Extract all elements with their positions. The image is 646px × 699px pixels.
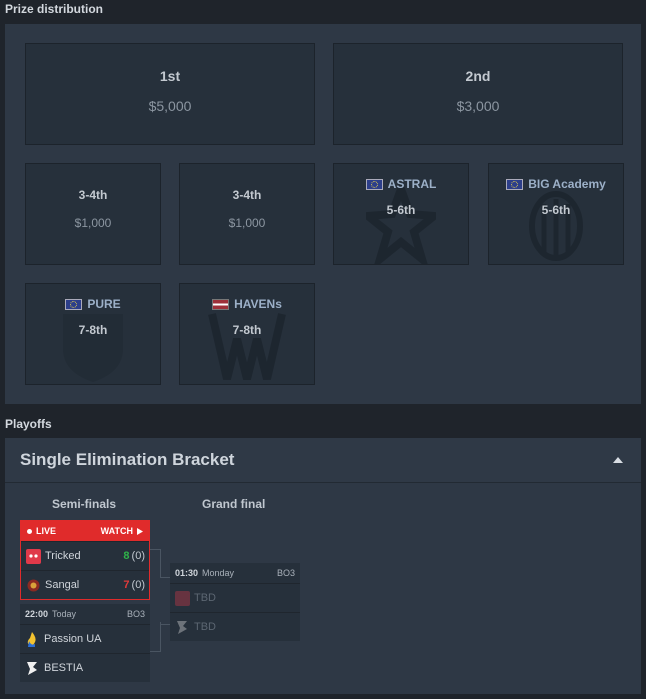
team-name: BESTIA: [44, 662, 84, 674]
prize-place: 3-4th: [232, 188, 262, 202]
sangal-logo-icon: [25, 577, 41, 593]
match-format: BO3: [126, 609, 145, 619]
match-time: 01:30: [175, 568, 199, 578]
prize-place: 2nd: [465, 68, 491, 84]
prize-place: 3-4th: [78, 188, 108, 202]
team-row[interactable]: TBD: [170, 583, 300, 612]
latvia-flag-icon: [212, 298, 230, 310]
prize-amount: $3,000: [456, 98, 500, 114]
bracket-connector: [150, 622, 161, 652]
prize-panel: 1st $5,000 2nd $3,000 3-4th $1,000 3-4th…: [5, 24, 641, 404]
prize-distribution-title: Prize distribution: [5, 2, 104, 16]
astral-logo-watermark: [334, 184, 468, 264]
team-row[interactable]: Sangal 7 (0): [21, 570, 149, 599]
watch-label: WATCH: [100, 526, 133, 536]
prize-place: 7-8th: [232, 323, 262, 337]
team-name[interactable]: PURE: [87, 297, 120, 311]
bestia-logo-icon: [174, 619, 190, 635]
team-name: TBD: [194, 621, 216, 633]
live-bar: LIVE WATCH: [21, 521, 149, 541]
bracket-connector: [160, 577, 170, 625]
match-grand-final[interactable]: 01:30 Monday BO3 TBD TBD: [170, 563, 300, 641]
chevron-up-icon: [613, 457, 623, 463]
live-dot-icon: [27, 528, 32, 534]
eu-flag-icon: [65, 298, 83, 310]
match-format: BO3: [276, 568, 295, 578]
eu-flag-icon: [365, 178, 383, 190]
team-name: Tricked: [45, 550, 81, 562]
series-score: (0): [131, 579, 145, 591]
big-academy-logo-watermark: [489, 184, 623, 264]
team-name: Sangal: [45, 579, 80, 591]
match-meta: 01:30 Monday BO3: [170, 563, 300, 583]
team-name[interactable]: ASTRAL: [388, 177, 437, 191]
prize-amount: $1,000: [74, 216, 112, 230]
prize-place: 1st: [159, 68, 181, 84]
team-score: 8: [123, 550, 130, 562]
round-label-semi-finals: Semi-finals: [52, 497, 117, 511]
prize-card-big-academy[interactable]: BIG Academy 5-6th: [488, 163, 624, 265]
prize-amount: $5,000: [148, 98, 192, 114]
tricked-logo-icon: [174, 590, 190, 606]
prize-card-3-4th-b: 3-4th $1,000: [179, 163, 315, 265]
prize-place: 5-6th: [386, 203, 416, 217]
team-name: Passion UA: [44, 633, 102, 645]
team-name[interactable]: BIG Academy: [528, 177, 606, 191]
match-meta: 22:00 Today BO3: [20, 604, 150, 624]
passion-ua-logo-icon: [24, 631, 40, 647]
prize-place: 5-6th: [541, 203, 571, 217]
bracket-connector: [150, 549, 161, 578]
playoffs-panel: Single Elimination Bracket Semi-finals G…: [5, 438, 641, 694]
team-row[interactable]: BESTIA: [20, 653, 150, 682]
match-day: Monday: [202, 568, 235, 578]
team-score: 7: [123, 579, 130, 591]
team-row[interactable]: Tricked 8 (0): [21, 541, 149, 570]
tricked-logo-icon: [25, 548, 41, 564]
series-score: (0): [131, 550, 145, 562]
prize-card-pure[interactable]: PURE 7-8th: [25, 283, 161, 385]
playoffs-title: Playoffs: [5, 417, 52, 431]
team-row[interactable]: Passion UA: [20, 624, 150, 653]
prize-card-1st: 1st $5,000: [25, 43, 315, 145]
collapse-button[interactable]: [610, 452, 626, 468]
havens-logo-watermark: [180, 304, 314, 384]
match-time: 22:00: [25, 609, 49, 619]
bracket-header[interactable]: Single Elimination Bracket: [5, 438, 641, 483]
eu-flag-icon: [506, 178, 524, 190]
team-row[interactable]: TBD: [170, 612, 300, 641]
pure-logo-watermark: [26, 304, 160, 384]
prize-card-3-4th-a: 3-4th $1,000: [25, 163, 161, 265]
prize-card-havens[interactable]: HAVENs 7-8th: [179, 283, 315, 385]
prize-card-2nd: 2nd $3,000: [333, 43, 623, 145]
bestia-logo-icon: [24, 660, 40, 676]
match-day: Today: [52, 609, 77, 619]
match-semi-2[interactable]: 22:00 Today BO3 Passion UA BESTIA: [20, 604, 150, 682]
live-label: LIVE: [36, 526, 57, 536]
round-label-grand-final: Grand final: [202, 497, 266, 511]
watch-button[interactable]: WATCH: [101, 526, 143, 536]
team-name: TBD: [194, 592, 216, 604]
play-icon: [137, 527, 143, 535]
team-name[interactable]: HAVENs: [234, 297, 282, 311]
prize-card-astral[interactable]: ASTRAL 5-6th: [333, 163, 469, 265]
match-semi-1[interactable]: LIVE WATCH Tricked 8 (0) Sangal 7 (0): [20, 520, 150, 600]
prize-amount: $1,000: [228, 216, 266, 230]
prize-place: 7-8th: [78, 323, 108, 337]
bracket-title: Single Elimination Bracket: [20, 450, 235, 469]
